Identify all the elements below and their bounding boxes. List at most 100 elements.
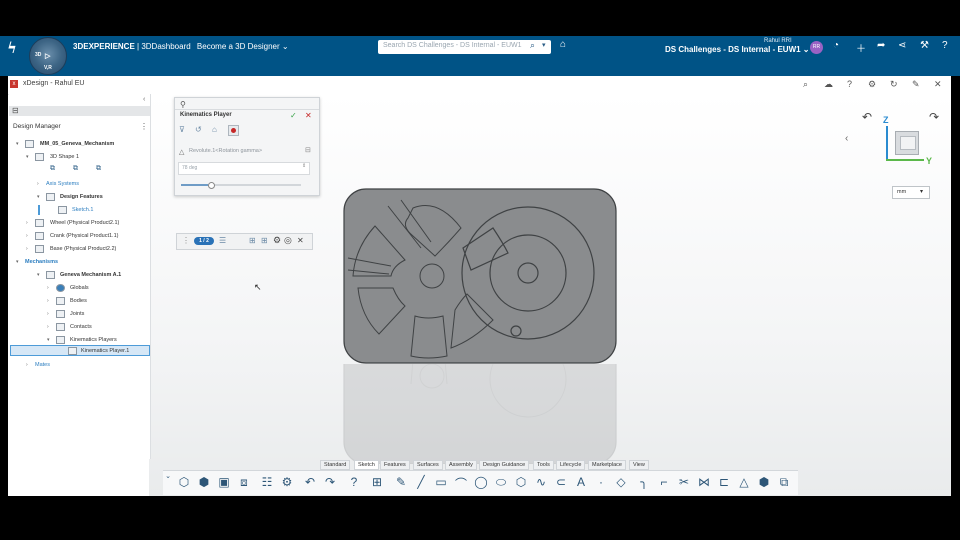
tab-lifecycle[interactable]: Lifecycle [556, 460, 586, 470]
plane-zx-icon[interactable]: ⧉ [96, 165, 101, 173]
point-dot-icon[interactable]: · [592, 475, 610, 489]
tab-view[interactable]: View [629, 460, 649, 470]
tree-node-geneva-mechanism[interactable]: Geneva Mechanism A.1 [60, 272, 121, 278]
lock-icon[interactable]: ⌂ [212, 125, 217, 134]
chevron-down-icon[interactable]: ⌄ [282, 42, 289, 51]
tag-icon[interactable]: ⌂ [560, 39, 566, 50]
construction-icon[interactable]: ◇ [612, 475, 630, 489]
angle-input[interactable]: 78 deg ⇕ [178, 162, 310, 175]
view-cube-face[interactable] [900, 136, 916, 150]
dashboard-name[interactable]: Become a 3D Designer [197, 42, 280, 51]
drag-handle-icon[interactable]: ⋮ [182, 236, 190, 245]
help-icon[interactable]: ? [345, 475, 363, 489]
tools-icon[interactable]: ⚒ [920, 40, 929, 51]
share-icon[interactable]: ➦ [877, 40, 885, 51]
tree-node-contacts[interactable]: Contacts [70, 324, 92, 330]
search-icon[interactable]: ⌕ [530, 40, 535, 51]
slider-thumb[interactable] [208, 182, 215, 189]
tree-view-icon[interactable]: ⊟ [12, 106, 19, 115]
tree-node-kinematics-players[interactable]: Kinematics Players [70, 337, 117, 343]
expand-icon[interactable]: › [26, 233, 28, 239]
undo-icon[interactable]: ↶ [301, 475, 319, 489]
plane-yz-icon[interactable]: ⧉ [73, 165, 78, 173]
expand-icon[interactable]: ▾ [47, 337, 50, 343]
cube-icon[interactable]: ⬢ [755, 475, 773, 489]
geneva-mechanism-model[interactable] [343, 188, 617, 364]
slot-icon[interactable]: ⊂ [552, 475, 570, 489]
close-icon[interactable]: ✕ [305, 111, 312, 120]
offset-icon[interactable]: ⊏ [715, 475, 733, 489]
frames-icon[interactable]: ⊞ [261, 236, 268, 245]
tab-sketch[interactable]: Sketch [354, 460, 379, 470]
ds-logo-icon[interactable]: ϟ [7, 39, 17, 57]
tab-tools[interactable]: Tools [533, 460, 554, 470]
expand-icon[interactable]: › [37, 181, 39, 187]
close-icon[interactable]: ✕ [934, 79, 942, 90]
expand-icon[interactable]: › [47, 311, 49, 317]
text-icon[interactable]: A [572, 475, 590, 489]
tree-node-joints[interactable]: Joints [70, 311, 84, 317]
point-icon[interactable]: ✎ [392, 475, 410, 489]
chamfer-icon[interactable]: ⌐ [655, 475, 673, 489]
circle-icon[interactable]: ◯ [472, 475, 490, 489]
expand-icon[interactable]: › [47, 285, 49, 291]
redo-icon[interactable]: ↷ [321, 475, 339, 489]
filter-icon[interactable]: ⊽ [179, 125, 185, 134]
tenant-selector[interactable]: DS Challenges - DS Internal - EUW1 ⌄ [665, 45, 810, 54]
line-icon[interactable]: ╱ [412, 475, 430, 489]
unlock-icon[interactable]: ⊟ [305, 146, 311, 154]
bell-icon[interactable]: ◔ [833, 40, 839, 51]
component-icon[interactable]: ⬢ [195, 475, 213, 489]
arc-icon[interactable]: ⌒ [452, 475, 470, 492]
collapse-panel-icon[interactable]: ‹ [143, 96, 145, 103]
tree-node-wheel[interactable]: Wheel (Physical Product2.1) [50, 220, 119, 226]
ellipse-icon[interactable]: ⬭ [492, 475, 510, 490]
help-icon[interactable]: ? [942, 40, 948, 51]
project-icon[interactable]: ⧉ [775, 475, 793, 490]
mirror-icon[interactable]: ⋈ [695, 475, 713, 489]
fillet-icon[interactable]: ╮ [635, 475, 653, 489]
tab-design-guidance[interactable]: Design Guidance [479, 460, 530, 470]
network-icon[interactable]: ⋖ [898, 40, 906, 51]
tab-marketplace[interactable]: Marketplace [588, 460, 626, 470]
tree-node-axis-systems[interactable]: Axis Systems [46, 181, 79, 187]
tree-node-mechanisms[interactable]: Mechanisms [25, 259, 58, 265]
plane-xy-icon[interactable]: ⧉ [50, 165, 55, 173]
spline-icon[interactable]: ∿ [532, 475, 550, 489]
tree-node-bodies[interactable]: Bodies [70, 298, 87, 304]
save-icon[interactable]: ▣ [215, 475, 233, 489]
tree-node-root[interactable]: MM_05_Geneva_Mechanism [40, 141, 114, 147]
pin-icon[interactable]: ✎ [912, 79, 920, 90]
close-icon[interactable]: ✕ [297, 236, 304, 245]
step-icon[interactable]: ⊞ [249, 236, 256, 245]
search-dropdown-icon[interactable]: ▾ [542, 41, 546, 49]
search-icon[interactable]: ⌕ [803, 79, 808, 90]
expand-icon[interactable]: ▾ [37, 272, 40, 278]
tab-features[interactable]: Features [380, 460, 410, 470]
help-icon[interactable]: ? [847, 79, 852, 89]
chevron-left-icon[interactable]: ‹ [845, 133, 848, 144]
add-icon[interactable]: ＋ [856, 40, 866, 55]
expand-icon[interactable]: ▾ [16, 141, 19, 147]
tree-node-3d-shape[interactable]: 3D Shape 1 [50, 154, 79, 160]
stepper-icon[interactable]: ⇕ [302, 163, 306, 169]
check-icon[interactable]: ✓ [290, 111, 297, 120]
cloud-icon[interactable]: ☁ [824, 79, 833, 90]
expand-icon[interactable]: ▾ [37, 194, 40, 200]
record-button[interactable] [228, 125, 239, 136]
more-options-icon[interactable]: ⋮ [140, 122, 148, 131]
compass-icon[interactable]: 3D ▷ V,R [29, 37, 67, 75]
rotate-right-icon[interactable]: ↷ [929, 110, 939, 124]
polygon-icon[interactable]: ⬡ [512, 475, 530, 489]
insert-part-icon[interactable]: ⬡ [175, 475, 193, 489]
refresh-icon[interactable]: ↻ [890, 79, 898, 90]
tree-node-sketch[interactable]: Sketch.1 [72, 207, 93, 213]
gear-icon[interactable]: ⚙ [273, 235, 281, 246]
list-icon[interactable]: ☰ [219, 236, 226, 245]
tree-node-globals[interactable]: Globals [70, 285, 89, 291]
tree-node-design-features[interactable]: Design Features [60, 194, 103, 200]
tab-standard[interactable]: Standard [320, 460, 351, 470]
replace-icon[interactable]: ⧈ [235, 475, 253, 490]
expand-icon[interactable]: › [26, 362, 28, 368]
sketch-icon[interactable]: ⊞ [368, 475, 386, 489]
